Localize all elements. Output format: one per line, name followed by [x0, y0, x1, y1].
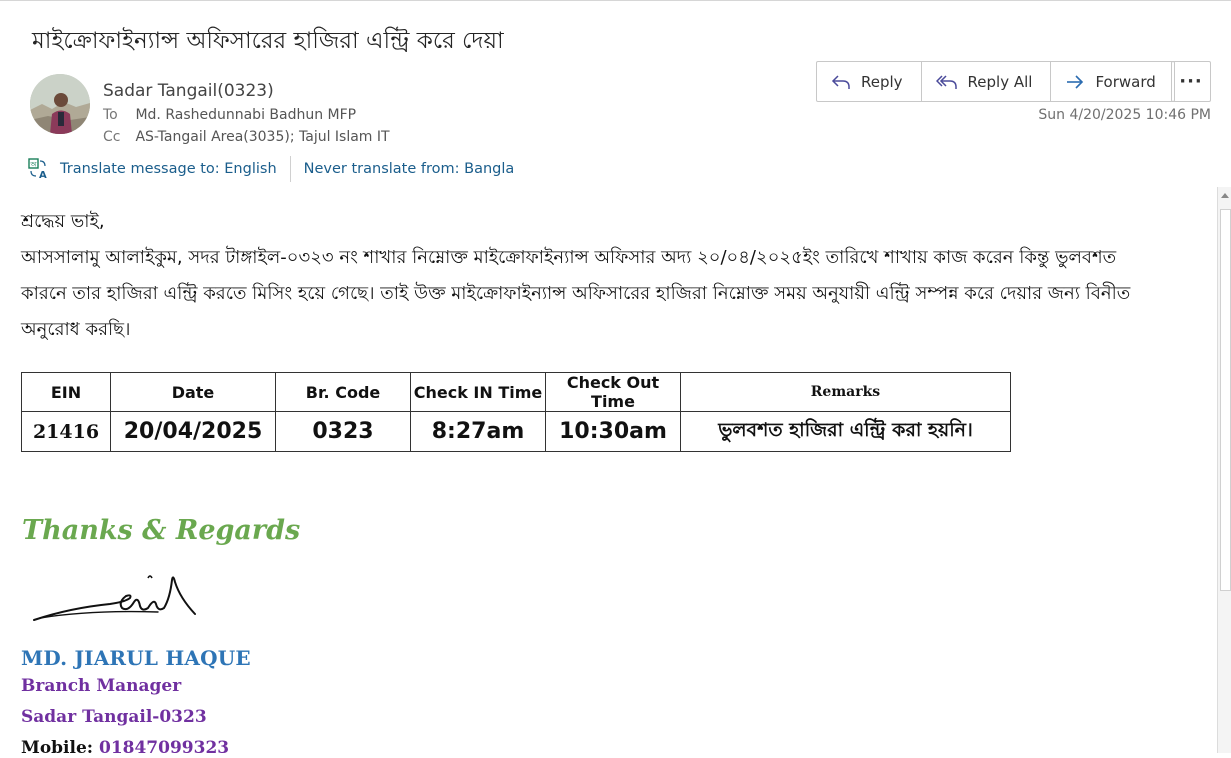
forward-label: Forward	[1095, 72, 1156, 91]
vertical-scrollbar[interactable]	[1217, 187, 1231, 753]
body-line-3: অনুরোধ করছি।	[21, 319, 131, 340]
reply-all-arrow-icon	[935, 74, 957, 89]
cell-date: 20/04/2025	[110, 411, 276, 452]
reply-all-button[interactable]: Reply All	[922, 62, 1052, 101]
email-subject: মাইক্রোফাইন্যান্স অফিসারের হাজিরা এন্ট্র…	[32, 28, 504, 54]
mobile-label: Mobile:	[21, 738, 94, 758]
cell-check-in: 8:27am	[410, 411, 546, 452]
attendance-table: EIN Date Br. Code Check IN Time Check Ou…	[21, 372, 1011, 452]
translate-message-link[interactable]: Translate message to: English	[60, 161, 277, 177]
table-header-row: EIN Date Br. Code Check IN Time Check Ou…	[21, 372, 1011, 412]
more-actions-button[interactable]: ···	[1171, 61, 1211, 102]
translate-divider	[289, 156, 291, 182]
reply-button[interactable]: Reply	[817, 62, 922, 101]
avatar-photo	[30, 74, 90, 134]
sender-avatar[interactable]	[30, 74, 90, 134]
to-recipient[interactable]: Md. Rashedunnabi Badhun MFP	[135, 107, 356, 123]
sender-name[interactable]: Sadar Tangail(0323)	[103, 81, 274, 101]
mobile-number[interactable]: 01847099323	[99, 738, 229, 758]
received-date: Sun 4/20/2025 10:46 PM	[1038, 107, 1211, 123]
header-ein: EIN	[21, 372, 111, 412]
reply-all-label: Reply All	[967, 72, 1033, 91]
svg-text:A: A	[39, 170, 47, 180]
header-date: Date	[110, 372, 276, 412]
header-check-out: Check Out Time	[545, 372, 681, 412]
cell-ein: 21416	[21, 411, 111, 452]
header-remarks: Remarks	[680, 372, 1011, 412]
to-label: To	[103, 107, 118, 123]
signature-branch: Sadar Tangail-0323	[21, 707, 207, 727]
signature-title: Branch Manager	[21, 676, 182, 696]
cell-check-out: 10:30am	[545, 411, 681, 452]
to-recipients-row: To Md. Rashedunnabi Badhun MFP	[103, 107, 356, 123]
body-line-1: আসসালামু আলাইকুম, সদর টাঙ্গাইল-০৩২৩ নং শ…	[21, 247, 1117, 268]
top-divider	[0, 0, 1231, 1]
scroll-up-arrow-icon[interactable]	[1221, 193, 1229, 198]
cell-remarks: ভুলবশত হাজিরা এন্ট্রি করা হয়নি।	[680, 411, 1011, 452]
greeting-line: শ্রদ্ধেয় ভাই,	[21, 211, 105, 232]
never-translate-link[interactable]: Never translate from: Bangla	[304, 161, 515, 177]
translate-bar: অ A Translate message to: English Never …	[28, 156, 515, 182]
cc-label: Cc	[103, 129, 121, 145]
forward-button[interactable]: Forward	[1051, 62, 1173, 101]
reply-arrow-icon	[831, 74, 850, 89]
message-actions: Reply Reply All Forward	[816, 61, 1175, 102]
table-row: 21416 20/04/2025 0323 8:27am 10:30am ভুল…	[21, 411, 1011, 452]
more-horizontal-icon: ···	[1179, 71, 1203, 92]
header-check-in: Check IN Time	[410, 372, 546, 412]
forward-arrow-icon	[1067, 74, 1084, 89]
cell-br-code: 0323	[275, 411, 411, 452]
signature-name: MD. JIARUL HAQUE	[21, 646, 251, 670]
body-line-2: কারনে তার হাজিরা এন্ট্রি করতে মিসিং হয়ে…	[21, 283, 1131, 304]
thanks-regards: Thanks & Regards	[22, 515, 301, 546]
cc-recipients-row: Cc AS-Tangail Area(3035); Tajul Islam IT	[103, 129, 390, 145]
signature-mobile-row: Mobile: 01847099323	[21, 738, 229, 758]
svg-text:অ: অ	[30, 161, 38, 169]
reply-label: Reply	[861, 72, 903, 91]
handwritten-signature	[33, 575, 196, 621]
scroll-thumb[interactable]	[1220, 209, 1231, 591]
translate-icon: অ A	[28, 158, 47, 180]
header-br-code: Br. Code	[275, 372, 411, 412]
cc-recipients[interactable]: AS-Tangail Area(3035); Tajul Islam IT	[135, 129, 389, 145]
